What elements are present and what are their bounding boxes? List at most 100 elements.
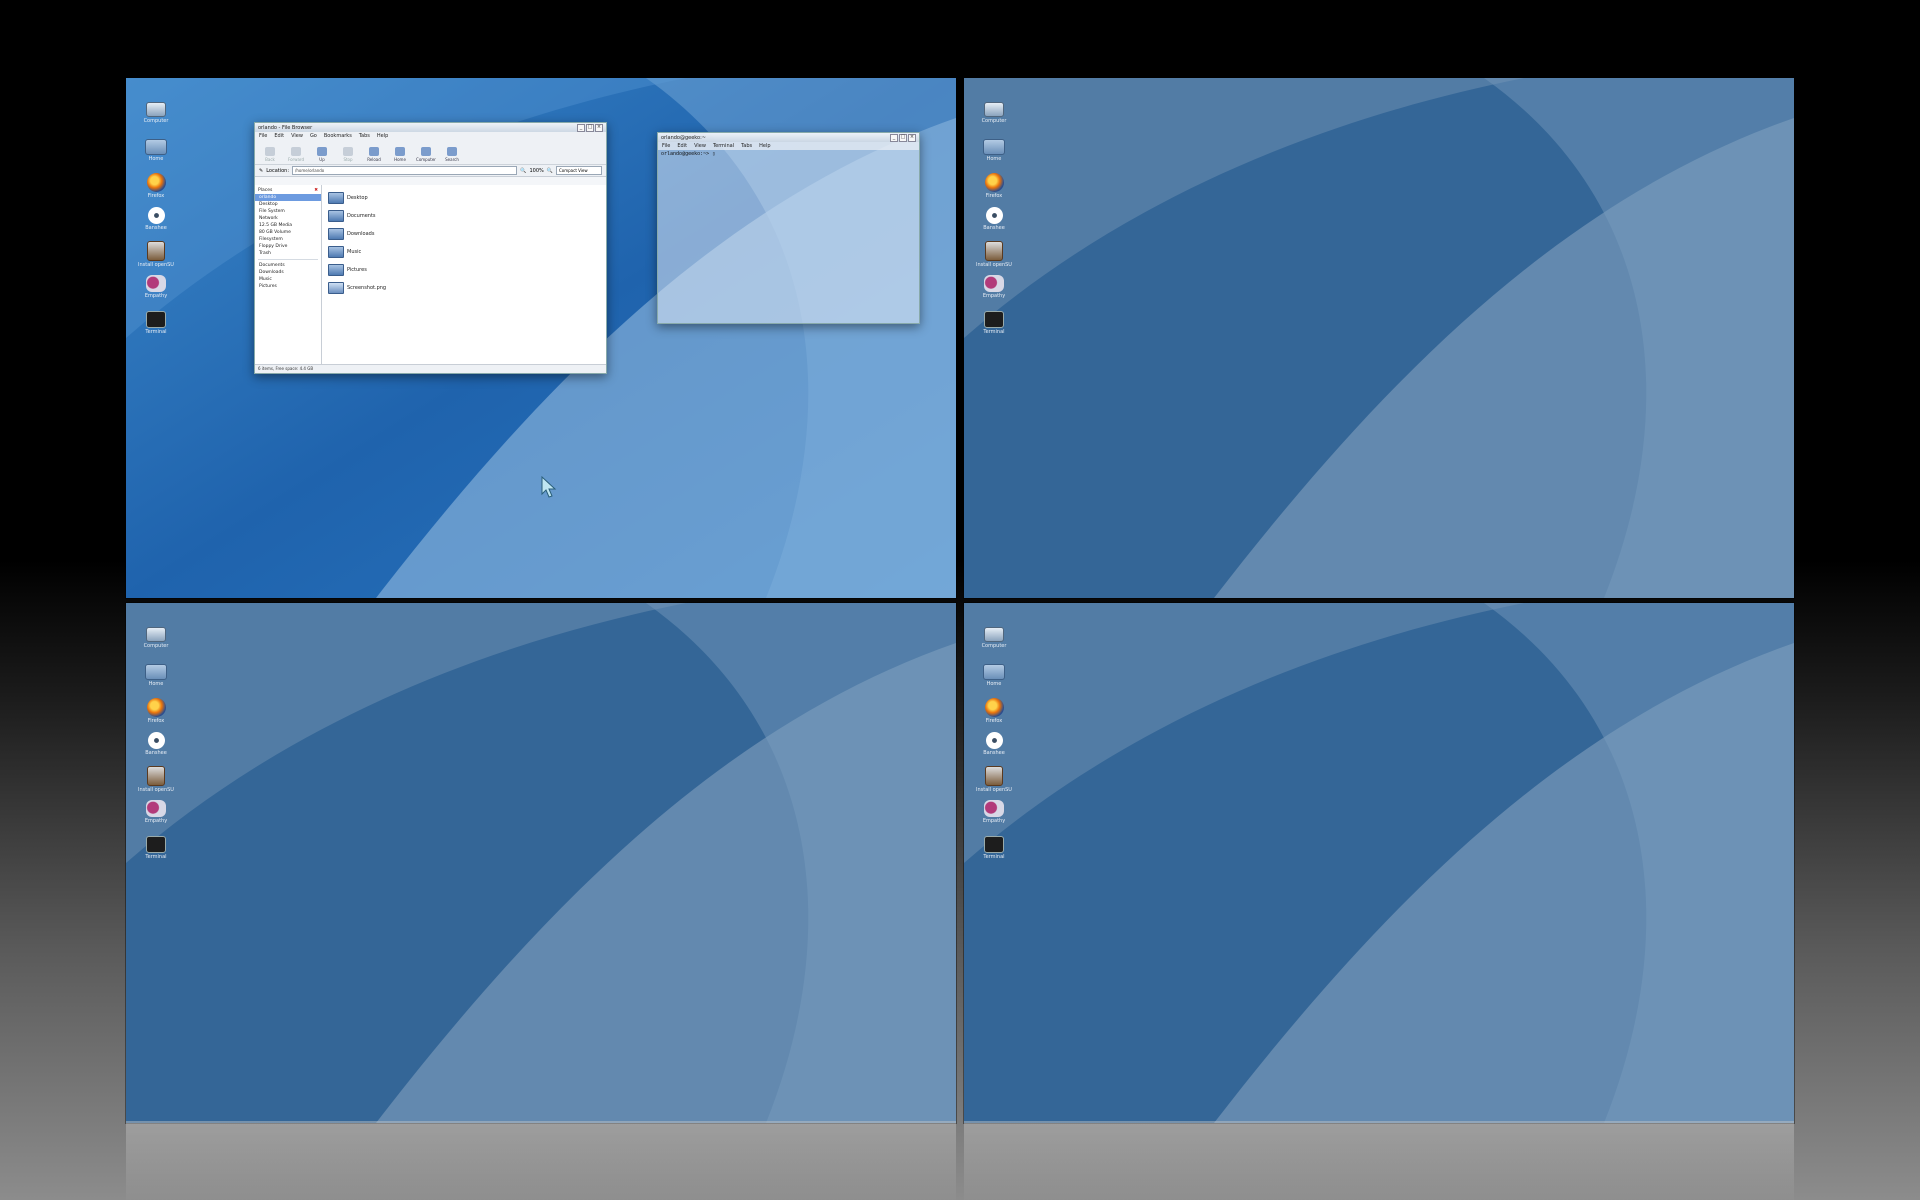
desktop-icons-1: Computer Home Firefox Banshee Install op…	[138, 100, 174, 345]
workspace-2[interactable]: Computer Home Firefox Banshee Install op…	[964, 78, 1794, 598]
desktop-icon-firefox[interactable]: Firefox	[138, 173, 174, 207]
desktop-icon-empathy[interactable]: Empathy	[976, 800, 1012, 834]
edit-location-icon[interactable]: ✎	[259, 168, 263, 174]
sidebar-item-downloads[interactable]: Downloads	[255, 269, 321, 276]
menu-tabs[interactable]: Tabs	[359, 133, 370, 139]
desktop-icon-home[interactable]: Home	[976, 664, 1012, 698]
desktop-icon-banshee[interactable]: Banshee	[976, 732, 1012, 766]
menu-go[interactable]: Go	[310, 133, 317, 139]
sidebar-item-volume[interactable]: 80 GB Volume	[255, 229, 321, 236]
search-button[interactable]: Search	[441, 147, 463, 162]
installer-icon	[985, 766, 1003, 786]
desktop-icon-home[interactable]: Home	[976, 139, 1012, 173]
terminal-menu-terminal[interactable]: Terminal	[713, 143, 734, 149]
places-header[interactable]: Places ✖	[255, 187, 321, 194]
close-icon[interactable]: ×	[595, 123, 603, 132]
desktop-icon-firefox[interactable]: Firefox	[976, 698, 1012, 732]
terminal-menu-help[interactable]: Help	[759, 143, 770, 149]
terminal-titlebar[interactable]: orlando@geeko:~ _ □ ×	[658, 133, 919, 142]
computer-button[interactable]: Computer	[415, 147, 437, 162]
minimize-icon[interactable]: _	[577, 123, 585, 132]
sidebar-item-media[interactable]: 12.5 GB Media	[255, 222, 321, 229]
desktop-icon-firefox[interactable]: Firefox	[976, 173, 1012, 207]
desktop-icon-terminal[interactable]: Terminal	[138, 311, 174, 345]
desktop-icon-installer[interactable]: Install openSUSE	[138, 241, 174, 275]
sidebar-item-network[interactable]: Network	[255, 215, 321, 222]
location-input[interactable]: /home/orlando	[292, 166, 518, 175]
close-icon[interactable]: ×	[908, 133, 916, 142]
file-browser-titlebar[interactable]: orlando - File Browser _ □ ×	[255, 123, 606, 132]
computer-icon	[984, 102, 1004, 117]
desktop-icon-terminal[interactable]: Terminal	[976, 836, 1012, 870]
desktop-icon-computer[interactable]: Computer	[138, 627, 174, 661]
reload-button[interactable]: Reload	[363, 147, 385, 162]
menu-bookmarks[interactable]: Bookmarks	[324, 133, 352, 139]
list-item[interactable]: Screenshot.png	[328, 279, 600, 297]
menu-help[interactable]: Help	[377, 133, 388, 139]
search-icon	[447, 147, 457, 156]
forward-button[interactable]: Forward	[285, 147, 307, 162]
desktop-icon-terminal[interactable]: Terminal	[976, 311, 1012, 345]
menu-file[interactable]: File	[259, 133, 267, 139]
sidebar-item-desktop[interactable]: Desktop	[255, 201, 321, 208]
list-item[interactable]: Pictures	[328, 261, 600, 279]
sidebar-item-music[interactable]: Music	[255, 276, 321, 283]
desktop-icon-installer[interactable]: Install openSUSE	[976, 766, 1012, 800]
workspace-3[interactable]: Computer Home Firefox Banshee Install op…	[126, 603, 956, 1123]
terminal-menu-edit[interactable]: Edit	[677, 143, 687, 149]
terminal-window[interactable]: orlando@geeko:~ _ □ × File Edit View Ter…	[657, 132, 920, 324]
close-sidebar-icon[interactable]: ✖	[314, 188, 318, 193]
desktop-icon-computer[interactable]: Computer	[976, 102, 1012, 136]
chat-icon	[984, 275, 1004, 292]
zoom-in-icon[interactable]: 🔍	[547, 168, 553, 174]
file-browser-window[interactable]: orlando - File Browser _ □ × File Edit V…	[254, 122, 607, 374]
maximize-icon[interactable]: □	[586, 123, 594, 132]
workspace-4[interactable]: Computer Home Firefox Banshee Install op…	[964, 603, 1794, 1123]
desktop-icon-banshee[interactable]: Banshee	[138, 207, 174, 241]
desktop-icon-banshee[interactable]: Banshee	[138, 732, 174, 766]
terminal-menu-tabs[interactable]: Tabs	[741, 143, 752, 149]
desktop-icon-home[interactable]: Home	[138, 664, 174, 698]
sidebar-item-filesystem-2[interactable]: Filesystem	[255, 236, 321, 243]
sidebar-item-trash[interactable]: Trash	[255, 250, 321, 257]
menu-view[interactable]: View	[291, 133, 303, 139]
sidebar-item-filesystem[interactable]: File System	[255, 208, 321, 215]
list-item[interactable]: Music	[328, 243, 600, 261]
desktop-icon-computer[interactable]: Computer	[138, 102, 174, 136]
chat-icon	[984, 800, 1004, 817]
terminal-title: orlando@geeko:~	[661, 134, 706, 141]
desktop-icon-home[interactable]: Home	[138, 139, 174, 173]
terminal-menu-view[interactable]: View	[694, 143, 706, 149]
zoom-out-icon[interactable]: 🔍	[520, 168, 526, 174]
firefox-icon	[146, 698, 166, 717]
minimize-icon[interactable]: _	[890, 133, 898, 142]
file-browser-toolbar: Back Forward Up Stop Reload Home Compute…	[255, 140, 606, 165]
desktop-icon-empathy[interactable]: Empathy	[976, 275, 1012, 309]
menu-edit[interactable]: Edit	[274, 133, 284, 139]
desktop-icon-empathy[interactable]: Empathy	[138, 800, 174, 834]
sidebar-item-home[interactable]: orlando	[255, 194, 321, 201]
list-item[interactable]: Documents	[328, 207, 600, 225]
desktop-icon-firefox[interactable]: Firefox	[138, 698, 174, 732]
back-button[interactable]: Back	[259, 147, 281, 162]
terminal-menu-file[interactable]: File	[662, 143, 670, 149]
up-button[interactable]: Up	[311, 147, 333, 162]
home-button[interactable]: Home	[389, 147, 411, 162]
desktop-icon-computer[interactable]: Computer	[976, 627, 1012, 661]
view-mode-select[interactable]: Compact View	[556, 166, 602, 175]
list-item[interactable]: Downloads	[328, 225, 600, 243]
maximize-icon[interactable]: □	[899, 133, 907, 142]
desktop-icon-terminal[interactable]: Terminal	[138, 836, 174, 870]
sidebar-item-documents[interactable]: Documents	[255, 262, 321, 269]
sidebar-item-floppy[interactable]: Floppy Drive	[255, 243, 321, 250]
desktop-icon-banshee[interactable]: Banshee	[976, 207, 1012, 241]
desktop-icon-empathy[interactable]: Empathy	[138, 275, 174, 309]
terminal-output[interactable]: orlando@geeko:~> ▯	[658, 150, 919, 158]
desktop-icon-installer[interactable]: Install openSUSE	[976, 241, 1012, 275]
sidebar-item-pictures[interactable]: Pictures	[255, 283, 321, 290]
stop-button[interactable]: Stop	[337, 147, 359, 162]
list-item[interactable]: Desktop	[328, 189, 600, 207]
desktop-icon-installer[interactable]: Install openSUSE	[138, 766, 174, 800]
computer-icon	[984, 627, 1004, 642]
workspace-1[interactable]: Computer Home Firefox Banshee Install op…	[126, 78, 956, 598]
